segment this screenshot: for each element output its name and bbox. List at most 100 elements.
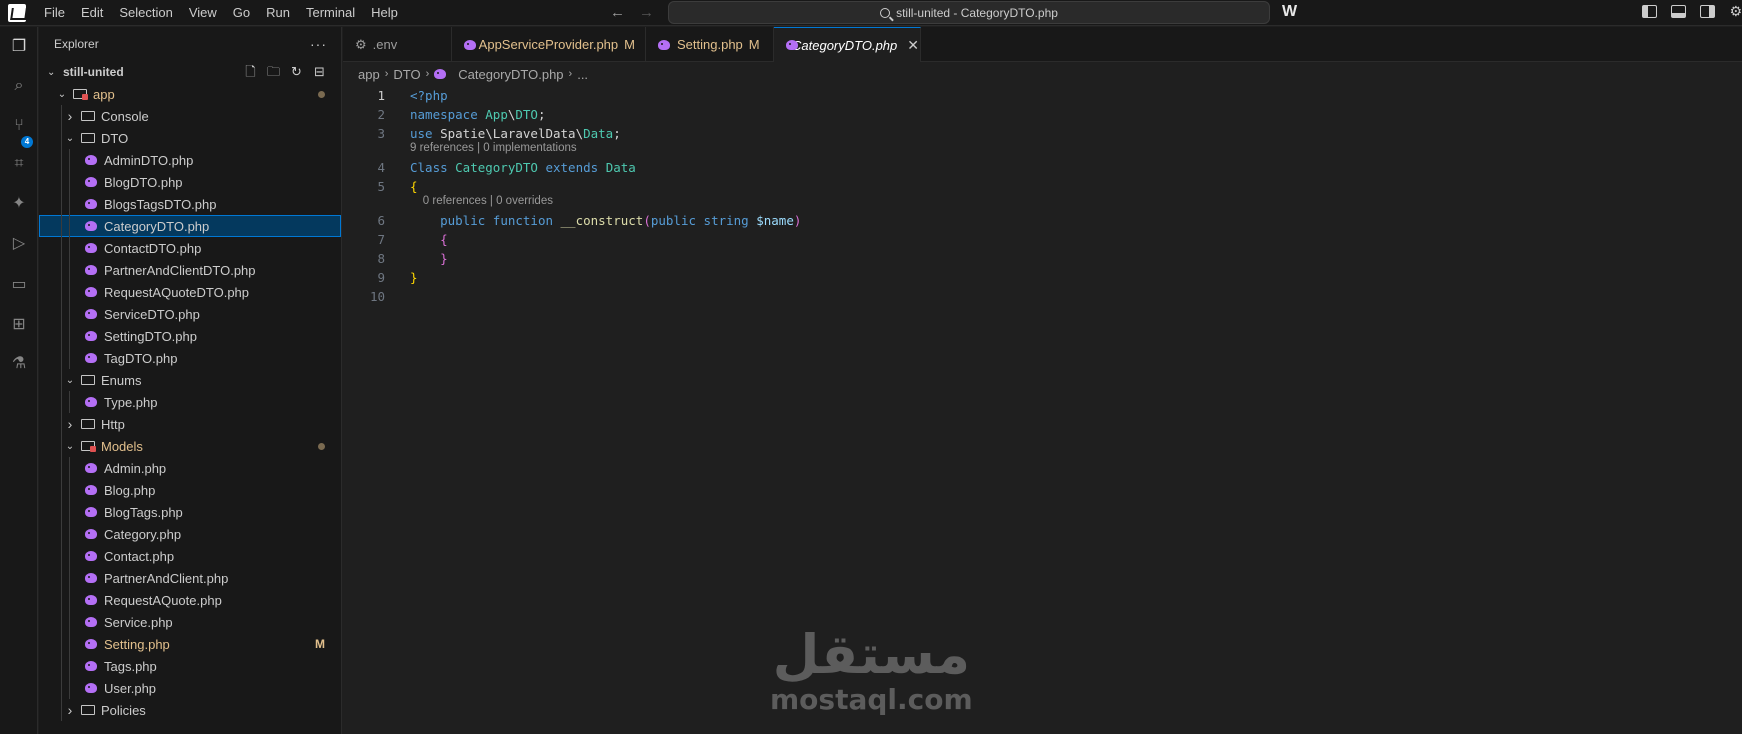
- tree-item-label: Console: [101, 108, 149, 124]
- indent-guide: [61, 369, 62, 391]
- indent-guide: [69, 281, 70, 303]
- file-item[interactable]: BlogsTagsDTO.php: [39, 193, 341, 215]
- file-item[interactable]: Contact.php: [39, 545, 341, 567]
- menu-go[interactable]: Go: [225, 0, 258, 26]
- code-token: }: [440, 251, 448, 266]
- folder-item[interactable]: ⌄ app: [39, 83, 341, 105]
- breadcrumb-item[interactable]: app: [358, 67, 380, 82]
- file-item[interactable]: ServiceDTO.php: [39, 303, 341, 325]
- menu-run[interactable]: Run: [258, 0, 298, 26]
- indent-guide: [69, 655, 70, 677]
- collapse-all-icon[interactable]: ⊟: [312, 64, 327, 79]
- menu-file[interactable]: File: [36, 0, 73, 26]
- explorer-title: Explorer: [54, 37, 99, 51]
- file-item[interactable]: Type.php: [39, 391, 341, 413]
- file-item[interactable]: CategoryDTO.php: [39, 215, 341, 237]
- source-control-icon[interactable]: ⑂: [9, 116, 29, 136]
- code-token: App: [485, 107, 508, 122]
- breadcrumb-item[interactable]: CategoryDTO.php: [458, 67, 563, 82]
- line-number: 7: [377, 232, 385, 247]
- folder-item[interactable]: ⌄ Enums: [39, 369, 341, 391]
- back-arrow-icon[interactable]: ←: [610, 4, 625, 21]
- file-item[interactable]: TagDTO.php: [39, 347, 341, 369]
- run-debug-icon[interactable]: ▷: [9, 234, 29, 254]
- search-icon[interactable]: ⌕: [9, 76, 29, 96]
- toggle-primary-sidebar-icon[interactable]: [1642, 5, 1658, 18]
- indent-guide: [69, 545, 70, 567]
- indent-guide: [61, 215, 62, 237]
- file-item[interactable]: Blog.php: [39, 479, 341, 501]
- indent-guide: [61, 633, 62, 655]
- breadcrumb-item[interactable]: ...: [577, 67, 588, 82]
- chevron-down-icon: ⌄: [65, 132, 75, 144]
- file-item[interactable]: PartnerAndClient.php: [39, 567, 341, 589]
- refresh-icon[interactable]: ↻: [289, 64, 304, 79]
- folder-item[interactable]: › Http: [39, 413, 341, 435]
- file-item[interactable]: Admin.php: [39, 457, 341, 479]
- file-item[interactable]: AdminDTO.php: [39, 149, 341, 171]
- menu-edit[interactable]: Edit: [73, 0, 111, 26]
- map-icon[interactable]: ⌗: [9, 154, 29, 174]
- tab--env[interactable]: ⚙ .env: [343, 27, 452, 62]
- file-item[interactable]: BlogDTO.php: [39, 171, 341, 193]
- file-item[interactable]: BlogTags.php: [39, 501, 341, 523]
- php-file-icon: [85, 154, 98, 166]
- indent-guide: [69, 457, 70, 479]
- file-item[interactable]: Tags.php: [39, 655, 341, 677]
- more-actions-icon[interactable]: ···: [310, 36, 327, 52]
- file-item[interactable]: Service.php: [39, 611, 341, 633]
- ai-sparkle-icon[interactable]: ✦: [9, 194, 29, 214]
- folder-item[interactable]: › Console: [39, 105, 341, 127]
- explorer-icon[interactable]: ❐: [9, 37, 29, 57]
- file-item[interactable]: Setting.php M: [39, 633, 341, 655]
- toggle-secondary-sidebar-icon[interactable]: [1700, 5, 1716, 18]
- indent-guide: [61, 435, 62, 457]
- code-line: 6 public function __construct(public str…: [343, 211, 1742, 230]
- new-file-icon[interactable]: 🗋: [243, 64, 258, 79]
- folder-item[interactable]: ⌄ DTO: [39, 127, 341, 149]
- extensions-icon[interactable]: ⊞: [9, 315, 29, 335]
- windsurf-cascade-icon[interactable]: W: [1282, 3, 1297, 21]
- menu-terminal[interactable]: Terminal: [298, 0, 363, 26]
- tree-item-label: Http: [101, 416, 125, 432]
- command-center-search[interactable]: still-united - CategoryDTO.php: [668, 1, 1270, 24]
- tab-appserviceprovider-php[interactable]: AppServiceProvider.php M: [452, 27, 646, 62]
- file-item[interactable]: ContactDTO.php: [39, 237, 341, 259]
- remote-explorer-icon[interactable]: ▭: [9, 275, 29, 295]
- close-icon[interactable]: ✕: [907, 37, 919, 54]
- menu-selection[interactable]: Selection: [111, 0, 180, 26]
- forward-arrow-icon[interactable]: →: [639, 4, 654, 21]
- project-root[interactable]: ⌄ still-united 🗋 🗀 ↻ ⊟: [39, 61, 341, 83]
- indent-guide: [69, 567, 70, 589]
- folder-item[interactable]: › Policies: [39, 699, 341, 721]
- new-folder-icon[interactable]: 🗀: [266, 64, 281, 79]
- line-number: 2: [377, 107, 385, 122]
- indent-guide: [61, 259, 62, 281]
- codelens[interactable]: 9 references | 0 implementations: [343, 141, 1742, 156]
- tab-label: .env: [372, 37, 398, 52]
- toggle-panel-icon[interactable]: [1671, 5, 1687, 18]
- codelens-text[interactable]: 0 references | 0 overrides: [410, 194, 553, 209]
- file-item[interactable]: RequestAQuoteDTO.php: [39, 281, 341, 303]
- file-item[interactable]: SettingDTO.php: [39, 325, 341, 347]
- file-item[interactable]: RequestAQuote.php: [39, 589, 341, 611]
- tree-item-label: Service.php: [104, 614, 173, 630]
- file-item[interactable]: User.php: [39, 677, 341, 699]
- breadcrumb-item[interactable]: DTO: [393, 67, 420, 82]
- editor-tabs: ⚙ .env AppServiceProvider.php M Setting.php M…: [343, 27, 1742, 62]
- tab-setting-php[interactable]: Setting.php M: [646, 27, 774, 62]
- file-item[interactable]: PartnerAndClientDTO.php: [39, 259, 341, 281]
- testing-flask-icon[interactable]: ⚗: [9, 354, 29, 374]
- settings-gear-icon[interactable]: ⚙: [1729, 4, 1742, 18]
- indent-guide: [69, 611, 70, 633]
- file-item[interactable]: Category.php: [39, 523, 341, 545]
- tab-categorydto-php[interactable]: CategoryDTO.php ✕: [774, 27, 921, 62]
- codelens[interactable]: 0 references | 0 overrides: [343, 194, 1742, 209]
- codelens-text[interactable]: 9 references | 0 implementations: [410, 141, 577, 156]
- code-editor[interactable]: 1 <?php 2 namespace App\DTO; 3 use Spatie\Lar…: [343, 86, 1742, 734]
- chevron-right-icon: ›: [425, 68, 430, 80]
- menu-help[interactable]: Help: [363, 0, 406, 26]
- menu-view[interactable]: View: [181, 0, 225, 26]
- folder-item[interactable]: ⌄ Models: [39, 435, 341, 457]
